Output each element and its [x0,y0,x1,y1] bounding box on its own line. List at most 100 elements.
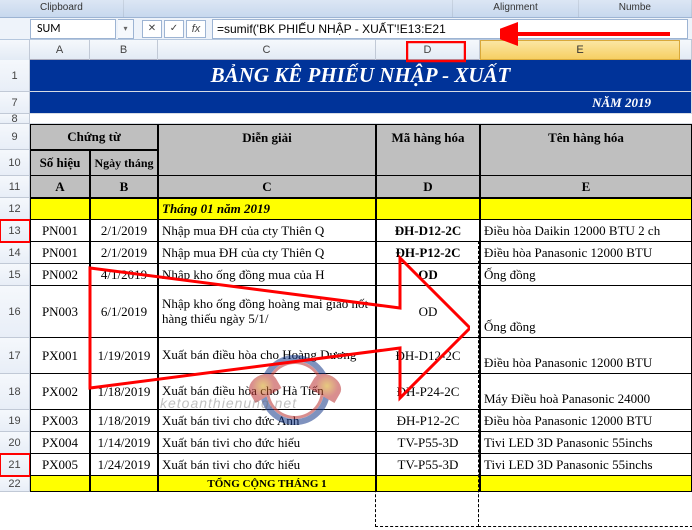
total-label[interactable]: TỔNG CỘNG THÁNG 1 [158,476,376,492]
cell-mahang[interactable]: ĐH-P24-2C [376,374,480,410]
hdr-cell [158,150,376,176]
cell-diengiai[interactable]: Xuất bán điều hòa cho Hoàng Dương [158,338,376,374]
name-box-dropdown[interactable]: ▾ [118,19,134,39]
cell-tenhang[interactable]: Điều hòa Panasonic 12000 BTU [480,410,692,432]
row-header[interactable]: 12 [0,198,30,220]
ribbon-group-clipboard: Clipboard [0,0,124,17]
cell-tenhang[interactable]: Máy Điều hoà Panasonic 24000 [480,374,692,410]
cells-area[interactable]: BẢNG KÊ PHIẾU NHẬP - XUẤT NĂM 2019 Chứng… [30,60,692,492]
cell-diengiai[interactable]: Xuất bán tivi cho đức Anh [158,410,376,432]
row-header[interactable]: 10 [0,150,30,176]
cell-diengiai[interactable]: Nhập mua ĐH của cty Thiên Q [158,220,376,242]
row-header[interactable]: 18 [0,374,30,410]
cell-tenhang[interactable]: Ống đồng [480,286,692,338]
col-header-b[interactable]: B [90,40,158,60]
cell-diengiai[interactable]: Nhập kho ống đồng mua của H [158,264,376,286]
cell-mahang[interactable]: TV-P55-3D [376,432,480,454]
cell-sohieu[interactable]: PX002 [30,374,90,410]
month-label[interactable]: Tháng 01 năm 2019 [158,198,376,220]
cell-date[interactable]: 1/14/2019 [90,432,158,454]
row-header[interactable]: 11 [0,176,30,198]
insert-function-button[interactable]: fx [186,20,206,38]
cell-sohieu[interactable]: PN001 [30,242,90,264]
row-header[interactable]: 14 [0,242,30,264]
col-header-a[interactable]: A [30,40,90,60]
fx-icon: fx [192,23,201,35]
cell-sohieu[interactable]: PX005 [30,454,90,476]
hdr-c: C [158,176,376,198]
cell-mahang[interactable]: ĐH-P12-2C [376,242,480,264]
total-cell[interactable] [90,476,158,492]
cell-sohieu[interactable]: PN001 [30,220,90,242]
month-cell[interactable] [90,198,158,220]
col-header-e[interactable]: E [480,40,680,60]
col-header-f[interactable] [680,40,692,60]
row-header[interactable]: 16 [0,286,30,338]
month-cell[interactable] [30,198,90,220]
row-header[interactable]: 20 [0,432,30,454]
ribbon-group-labels: Clipboard Alignment Numbe [0,0,692,18]
ribbon-group-number: Numbe [579,0,692,17]
col-header-c[interactable]: C [158,40,376,60]
cell-mahang[interactable]: ĐH-P12-2C [376,410,480,432]
col-header-d[interactable]: D [376,40,480,60]
cell-mahang[interactable]: TV-P55-3D [376,454,480,476]
row-header[interactable]: 21 [0,454,30,476]
total-cell[interactable] [480,476,692,492]
cell-tenhang[interactable]: Điều hòa Panasonic 12000 BTU [480,338,692,374]
cell-sohieu[interactable]: PX003 [30,410,90,432]
cell-tenhang[interactable]: Tivi LED 3D Panasonic 55inchs [480,432,692,454]
formula-bar[interactable]: =sumif('BK PHIẾU NHẬP - XUẤT'!E13:E21 [212,19,688,39]
cell-sohieu[interactable]: PX004 [30,432,90,454]
cancel-formula-button[interactable]: ✕ [142,20,162,38]
cell-mahang[interactable]: ĐH-D12-2C [376,338,480,374]
cell-mahang[interactable]: ĐH-D12-2C [376,220,480,242]
hdr-tenhang: Tên hàng hóa [480,124,692,150]
cell-date[interactable]: 2/1/2019 [90,242,158,264]
hdr-sohieu: Số hiệu [30,150,90,176]
hdr-ngaythang: Ngày tháng [90,150,158,176]
row-header[interactable]: 9 [0,124,30,150]
enter-formula-button[interactable]: ✓ [164,20,184,38]
cell-date[interactable]: 6/1/2019 [90,286,158,338]
cell-tenhang[interactable]: Điều hòa Panasonic 12000 BTU [480,242,692,264]
cell-sohieu[interactable]: PN002 [30,264,90,286]
hdr-e: E [480,176,692,198]
cell-date[interactable]: 1/19/2019 [90,338,158,374]
cell-date[interactable]: 1/18/2019 [90,410,158,432]
ribbon-group-alignment: Alignment [453,0,578,17]
cell-tenhang[interactable]: Ống đồng [480,264,692,286]
row-header[interactable]: 22 [0,476,30,492]
select-all-corner[interactable] [0,40,30,60]
sheet-year: NĂM 2019 [30,92,692,114]
cell-date[interactable]: 1/24/2019 [90,454,158,476]
cell-mahang[interactable]: OD [376,286,480,338]
cell-diengiai[interactable]: Nhập kho ống đồng hoàng mai giao nốt hàn… [158,286,376,338]
cell-mahang[interactable]: OD [376,264,480,286]
row-header[interactable]: 15 [0,264,30,286]
cell-date[interactable]: 2/1/2019 [90,220,158,242]
cell-sohieu[interactable]: PN003 [30,286,90,338]
row-headers: 1 7 8 9 10 11 12 13 14 15 16 17 18 19 20… [0,60,30,492]
row-header[interactable]: 1 [0,60,30,92]
row-header[interactable]: 13 [0,220,30,242]
cell-diengiai[interactable]: Xuất bán tivi cho đức hiếu [158,432,376,454]
month-cell[interactable] [480,198,692,220]
row-header[interactable]: 19 [0,410,30,432]
hdr-diengiai: Diễn giải [158,124,376,150]
month-cell[interactable] [376,198,480,220]
cell-date[interactable]: 1/18/2019 [90,374,158,410]
row-header[interactable]: 8 [0,114,30,124]
cell-diengiai[interactable]: Nhập mua ĐH của cty Thiên Q [158,242,376,264]
cell-diengiai[interactable]: Xuất bán điều hòa cho Hà Tiến [158,374,376,410]
name-box[interactable]: SUM [30,19,116,39]
cell-date[interactable]: 4/1/2019 [90,264,158,286]
cell-tenhang[interactable]: Tivi LED 3D Panasonic 55inchs [480,454,692,476]
row-header[interactable]: 7 [0,92,30,114]
cell-sohieu[interactable]: PX001 [30,338,90,374]
total-cell[interactable] [30,476,90,492]
cell-tenhang[interactable]: Điều hòa Daikin 12000 BTU 2 ch [480,220,692,242]
total-cell[interactable] [376,476,480,492]
row-header[interactable]: 17 [0,338,30,374]
cell-diengiai[interactable]: Xuất bán tivi cho đức hiếu [158,454,376,476]
